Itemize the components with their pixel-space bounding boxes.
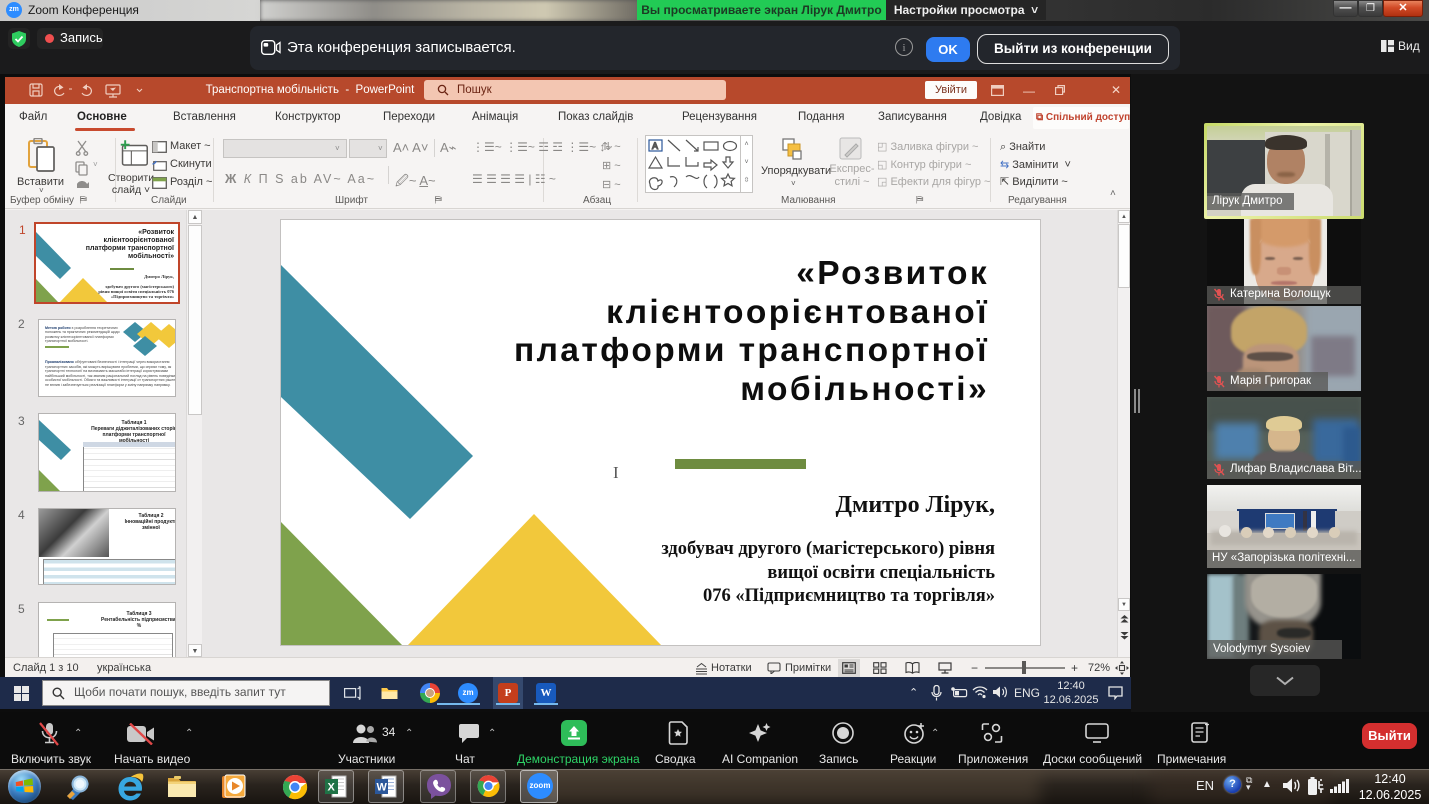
- svg-text:W: W: [377, 782, 388, 794]
- svg-text:A: A: [652, 141, 658, 151]
- svg-text:X: X: [328, 782, 336, 794]
